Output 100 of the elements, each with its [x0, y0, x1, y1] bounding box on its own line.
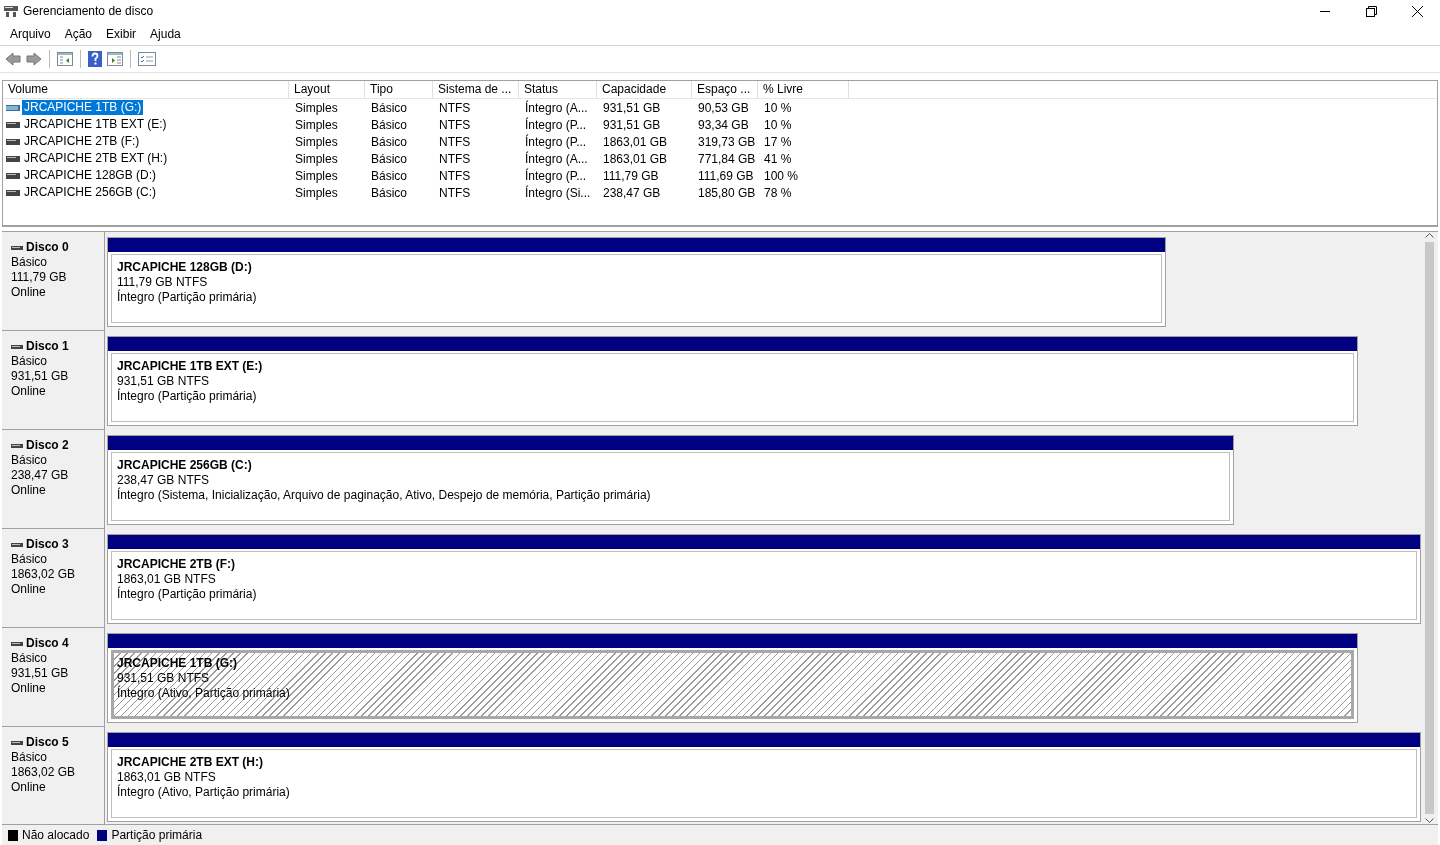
- table-cell-text: 17 %: [763, 134, 793, 149]
- table-cell-text: 771,84 GB: [697, 151, 757, 166]
- volume-name[interactable]: JRCAPICHE 2TB EXT (H:): [22, 151, 170, 166]
- disk-icon: [11, 245, 23, 250]
- scrollbar-thumb[interactable]: [1425, 242, 1434, 814]
- partition-label: JRCAPICHE 2TB EXT (H:): [117, 755, 264, 770]
- disk-info-panel[interactable]: Disco 1 Básico 931,51 GB Online: [2, 331, 105, 430]
- window-title: Gerenciamento de disco: [23, 4, 154, 18]
- disk-size: 111,79 GB: [11, 270, 68, 285]
- column-header[interactable]: Espaço ...: [692, 81, 758, 98]
- partition-label: JRCAPICHE 1TB EXT (E:): [117, 359, 264, 374]
- legend-label: Partição primária: [111, 828, 203, 842]
- menu-item[interactable]: Exibir: [99, 26, 144, 41]
- disk-name: Disco 3: [26, 537, 69, 552]
- table-cell-text: Básico: [370, 151, 409, 166]
- column-header[interactable]: % Livre: [758, 81, 849, 98]
- partition-block[interactable]: JRCAPICHE 256GB (C:) 238,47 GB NTFS Íntegro (Sistema, Inicialização, Arquivo de paginação, Ativo, Despejo de memória, Partição primária): [107, 435, 1235, 525]
- table-cell-text: NTFS: [438, 168, 472, 183]
- properties-button[interactable]: [137, 51, 157, 67]
- disk-icon: [11, 641, 23, 646]
- partition-size: 238,47 GB NTFS: [117, 473, 211, 487]
- table-cell-text: 111,79 GB: [602, 168, 660, 183]
- forward-button[interactable]: [25, 51, 43, 67]
- partition-size: 1863,01 GB NTFS: [117, 572, 217, 586]
- partition-block[interactable]: JRCAPICHE 2TB EXT (H:) 1863,01 GB NTFS Íntegro (Ativo, Partição primária): [107, 732, 1421, 822]
- help-button[interactable]: [87, 50, 103, 68]
- partition-status: Íntegro (Ativo, Partição primária): [117, 686, 291, 701]
- disk-type: Básico: [11, 255, 49, 270]
- table-cell-text: 78 %: [763, 185, 793, 200]
- volume-name[interactable]: JRCAPICHE 2TB (F:): [22, 134, 142, 149]
- table-cell-text: Simples: [294, 134, 339, 149]
- close-icon: [1411, 5, 1423, 17]
- column-header[interactable]: Capacidade: [597, 81, 692, 98]
- disk-type: Básico: [11, 750, 49, 765]
- table-cell-text: Íntegro (P...: [524, 117, 588, 132]
- partition-block[interactable]: JRCAPICHE 128GB (D:) 111,79 GB NTFS Íntegro (Partição primária): [107, 237, 1166, 327]
- table-cell-text: Básico: [370, 185, 409, 200]
- action-pane-button[interactable]: [106, 51, 124, 67]
- disk-info-panel[interactable]: Disco 0 Básico 111,79 GB Online: [2, 232, 105, 331]
- disk-type: Básico: [11, 651, 49, 666]
- disk-name: Disco 2: [26, 438, 69, 453]
- disk-status: Online: [11, 483, 47, 498]
- volume-name[interactable]: JRCAPICHE 1TB EXT (E:): [22, 117, 169, 132]
- disk-name: Disco 5: [26, 735, 69, 750]
- table-cell-text: Simples: [294, 168, 339, 183]
- disk-name: Disco 1: [26, 339, 69, 354]
- table-cell-text: 111,69 GB: [697, 168, 755, 183]
- partition-block[interactable]: JRCAPICHE 1TB (G:) 931,51 GB NTFS Íntegro (Ativo, Partição primária): [107, 633, 1359, 723]
- disk-status: Online: [11, 681, 47, 696]
- partition-status: Íntegro (Ativo, Partição primária): [117, 785, 291, 800]
- table-cell-text: Íntegro (P...: [524, 168, 588, 183]
- partition-label: JRCAPICHE 256GB (C:): [117, 458, 253, 473]
- table-cell-text: 93,34 GB: [697, 117, 750, 132]
- partition-label: JRCAPICHE 1TB (G:): [117, 656, 238, 671]
- disk-status: Online: [11, 780, 47, 795]
- table-cell-text: NTFS: [438, 134, 472, 149]
- disk-type: Básico: [11, 552, 49, 567]
- drive-icon: [6, 189, 20, 196]
- disk-info-panel[interactable]: Disco 2 Básico 238,47 GB Online: [2, 430, 105, 529]
- table-cell-text: Básico: [370, 100, 409, 115]
- console-tree-button[interactable]: [56, 51, 74, 67]
- menu-item[interactable]: Ação: [57, 26, 100, 41]
- partition-block[interactable]: JRCAPICHE 1TB EXT (E:) 931,51 GB NTFS Íntegro (Partição primária): [107, 336, 1359, 426]
- drive-icon: [6, 121, 20, 128]
- legend-label: Não alocado: [22, 828, 90, 842]
- volume-name[interactable]: JRCAPICHE 256GB (C:): [22, 185, 159, 200]
- disk-info-panel[interactable]: Disco 4 Básico 931,51 GB Online: [2, 628, 105, 727]
- partition-status: Íntegro (Partição primária): [117, 587, 258, 602]
- table-cell-text: Íntegro (A...: [524, 151, 589, 166]
- disk-info-panel[interactable]: Disco 3 Básico 1863,02 GB Online: [2, 529, 105, 628]
- table-cell-text: 238,47 GB: [602, 185, 662, 200]
- disk-status: Online: [11, 582, 47, 597]
- disk-size: 238,47 GB: [11, 468, 70, 483]
- volume-name[interactable]: JRCAPICHE 128GB (D:): [22, 168, 159, 183]
- volume-name[interactable]: JRCAPICHE 1TB (G:): [22, 100, 144, 115]
- disk-type: Básico: [11, 453, 49, 468]
- menu-item[interactable]: Ajuda: [143, 26, 188, 41]
- menu-item[interactable]: Arquivo: [3, 26, 58, 41]
- disk-icon: [11, 344, 23, 349]
- table-cell-text: Simples: [294, 185, 339, 200]
- table-cell-text: 319,73 GB: [697, 134, 757, 149]
- column-header[interactable]: Layout: [289, 81, 365, 98]
- back-button[interactable]: [4, 51, 22, 67]
- partition-status: Íntegro (Partição primária): [117, 389, 258, 404]
- column-header[interactable]: Tipo: [365, 81, 433, 98]
- table-cell-text: 10 %: [763, 100, 793, 115]
- disk-icon: [11, 443, 23, 448]
- table-cell-text: Íntegro (Si...: [524, 185, 592, 200]
- column-header[interactable]: Volume: [3, 81, 289, 98]
- table-cell-text: NTFS: [438, 100, 472, 115]
- column-header[interactable]: Status: [519, 81, 597, 98]
- disk-status: Online: [11, 285, 47, 300]
- disk-name: Disco 4: [26, 636, 69, 651]
- column-header[interactable]: Sistema de ...: [433, 81, 519, 98]
- partition-status: Íntegro (Sistema, Inicialização, Arquivo de paginação, Ativo, Despejo de memória, Partição primária): [117, 488, 652, 503]
- table-cell-text: 185,80 GB: [697, 185, 757, 200]
- partition-block[interactable]: JRCAPICHE 2TB (F:) 1863,01 GB NTFS Íntegro (Partição primária): [107, 534, 1421, 624]
- partition-size: 931,51 GB NTFS: [117, 671, 211, 685]
- table-cell-text: Íntegro (P...: [524, 134, 588, 149]
- disk-icon: [11, 740, 23, 745]
